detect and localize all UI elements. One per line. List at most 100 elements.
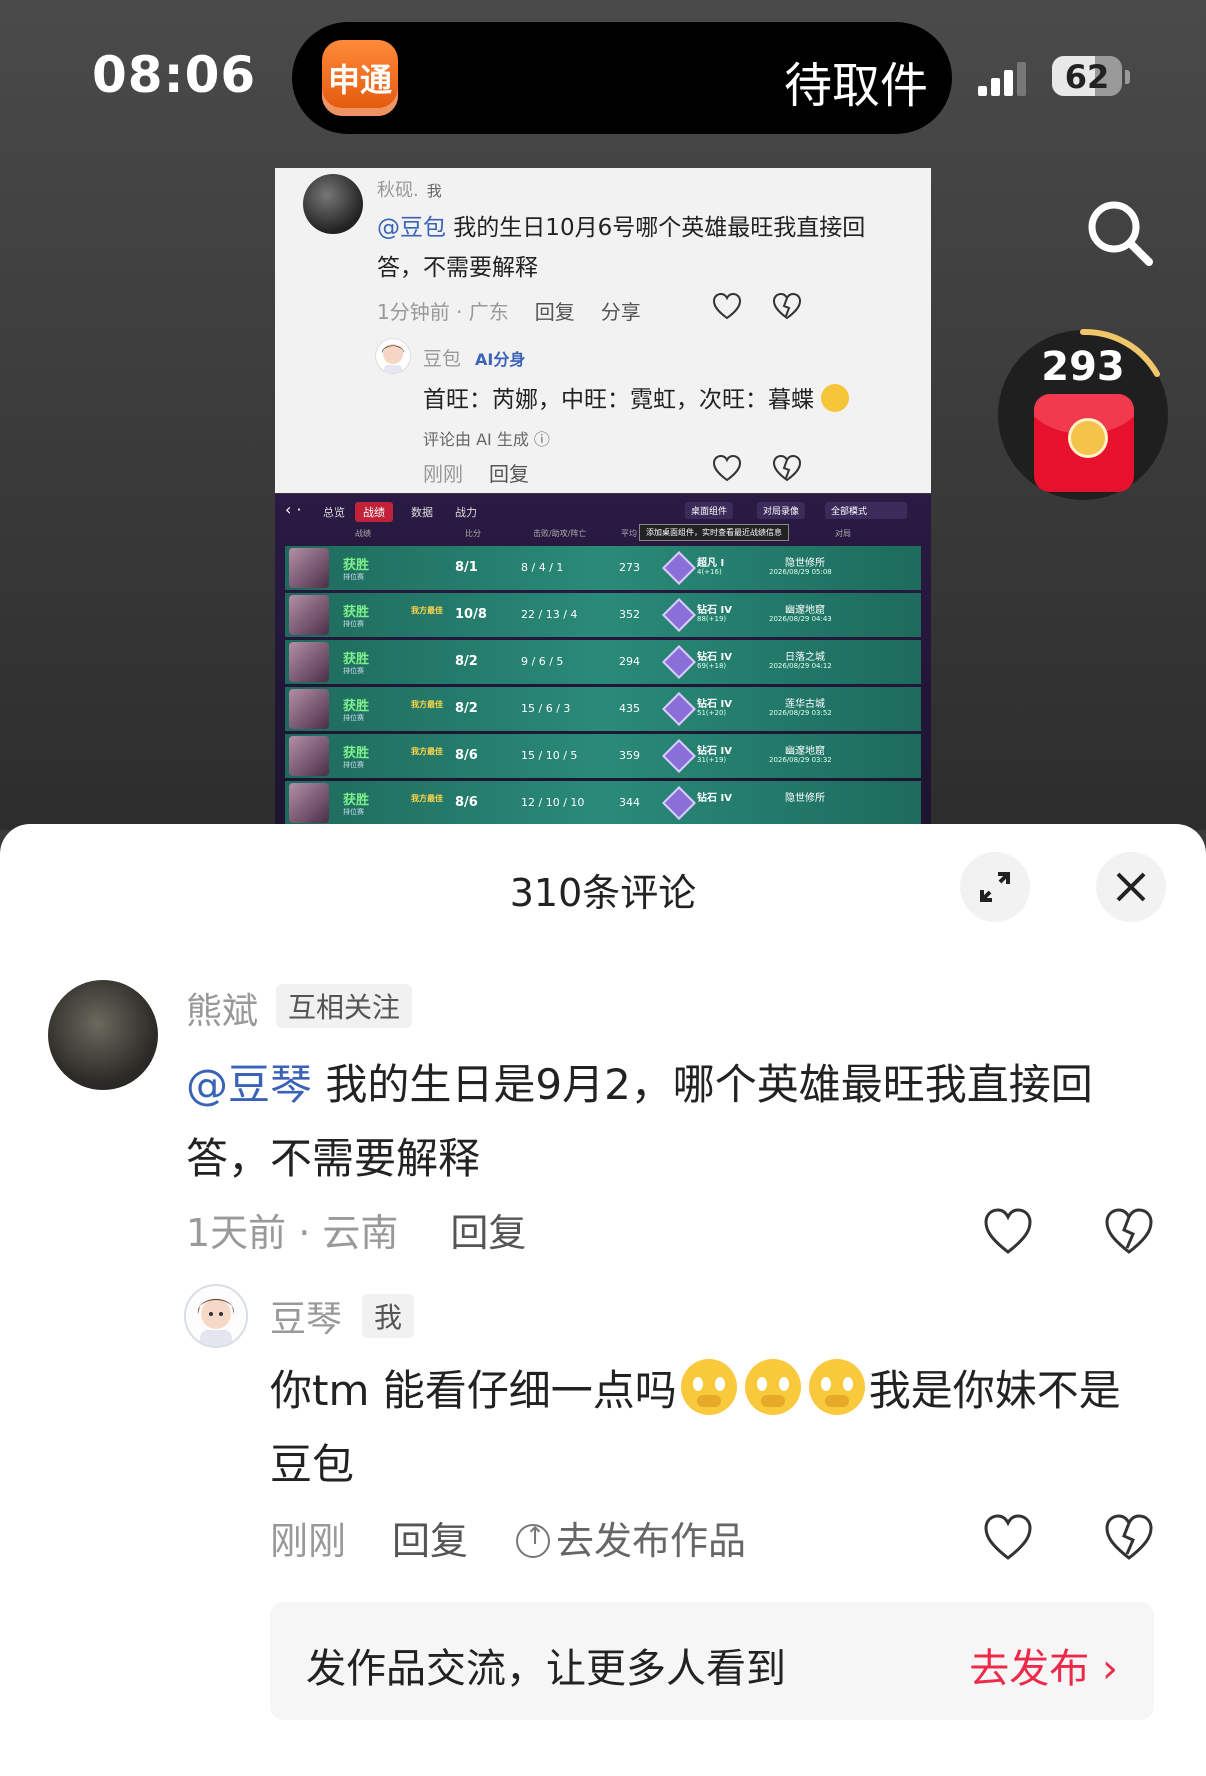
like-icon	[712, 292, 742, 320]
comment-text: @豆包 我的生日10月6号哪个英雄最旺我直接回答，不需要解释	[377, 215, 866, 281]
hero-portrait	[289, 736, 329, 776]
crying-emoji-icon	[808, 1359, 865, 1415]
rank-icon	[662, 645, 696, 679]
expand-button[interactable]	[960, 852, 1030, 922]
back-icon: ‹ ·	[285, 500, 302, 519]
rank-label: 钻石 IV	[697, 746, 732, 757]
reply-username[interactable]: 豆琴	[270, 1290, 342, 1342]
battery-tip	[1125, 70, 1130, 84]
rank-icon	[662, 692, 696, 726]
rating-value: 294	[619, 655, 640, 668]
reply-text: 你tm 能看仔细一点吗 我是你妹不是豆包	[270, 1354, 1150, 1502]
game-tabs: ‹ · 总览 战绩 数据 战力 桌面组件 对局录像 全部模式	[275, 494, 931, 526]
go-publish-button[interactable]: 去发布 ›	[969, 1636, 1118, 1694]
kda-value: 9 / 6 / 5	[521, 655, 564, 668]
avatar[interactable]	[184, 1284, 248, 1348]
dislike-icon	[772, 454, 802, 482]
comment-meta: 1分钟前 · 广东 回复 分享	[377, 300, 641, 324]
result-label: 获胜	[343, 793, 370, 808]
score-value: 8/6	[455, 748, 478, 763]
embedded-game-screenshot: ‹ · 总览 战绩 数据 战力 桌面组件 对局录像 全部模式 战绩 比分 击败/…	[275, 494, 931, 824]
comment-username[interactable]: 熊斌	[186, 982, 258, 1034]
ai-reply-text: 首旺：芮娜，中旺：霓虹，次旺：暮蝶	[423, 380, 850, 414]
mvp-badge: 我方最佳	[411, 747, 443, 756]
close-button[interactable]	[1096, 852, 1166, 922]
match-date: 2026/08/29 03:52	[769, 709, 832, 717]
rank-icon	[662, 786, 696, 820]
red-packet-count: 293	[1041, 344, 1125, 390]
rank-label: 超凡 I	[697, 558, 725, 569]
map-name: 幽邃地窟	[785, 746, 825, 757]
comments-sheet: 310条评论 熊斌 互相关注 @豆琴 我的生日是9月2，哪个英雄最旺我直接回答，…	[0, 824, 1206, 1776]
rating-value: 359	[619, 749, 640, 762]
rank-label: 钻石 IV	[697, 605, 732, 616]
rank-detail: 31(+19)	[697, 756, 727, 764]
match-date: 2026/08/29 04:43	[769, 615, 832, 623]
game-record-list: 获胜 排位赛 8/1 8 / 4 / 1 273 超凡 I 4(+16) 隐世修所 2026/0…	[285, 546, 921, 824]
expand-icon	[980, 872, 1010, 902]
rank-detail: 51(+20)	[697, 709, 727, 717]
mode-label: 排位赛	[343, 808, 364, 816]
result-label: 获胜	[343, 558, 370, 573]
game-record-row: 获胜 排位赛 8/1 8 / 4 / 1 273 超凡 I 4(+16) 隐世修所 2026/0…	[285, 546, 921, 590]
kda-value: 8 / 4 / 1	[521, 561, 564, 574]
reply-button[interactable]: 回复	[392, 1519, 468, 1563]
rank-detail: 88(+19)	[697, 615, 727, 623]
me-badge: 我	[362, 1294, 415, 1338]
reply-button[interactable]: 回复	[450, 1211, 526, 1255]
rank-detail: 69(+18)	[697, 662, 727, 670]
app-logo-icon: 申通	[322, 40, 398, 116]
score-value: 8/2	[455, 701, 478, 716]
rating-value: 435	[619, 702, 640, 715]
score-value: 8/6	[455, 795, 478, 810]
mvp-badge: 我方最佳	[411, 606, 443, 615]
rank-icon	[662, 598, 696, 632]
ai-reply-user: 豆包 AI分身	[423, 348, 526, 370]
game-table-headers: 战绩 比分 击败/助攻/阵亡 平均 对局	[355, 529, 851, 538]
kda-value: 15 / 6 / 3	[521, 702, 571, 715]
mode-label: 排位赛	[343, 573, 364, 581]
red-packet-widget[interactable]: 293	[998, 328, 1168, 500]
rank-label: 钻石 IV	[697, 652, 732, 663]
rank-detail: 4(+16)	[697, 568, 722, 576]
kda-value: 12 / 10 / 10	[521, 796, 585, 809]
result-label: 获胜	[343, 746, 370, 761]
game-record-row: 获胜 排位赛 我方最佳 8/6 15 / 10 / 5 359 钻石 IV 31(+19) 幽邃…	[285, 734, 921, 778]
dislike-icon[interactable]	[1103, 1512, 1155, 1564]
hero-portrait	[289, 642, 329, 682]
dislike-icon[interactable]	[1103, 1206, 1155, 1258]
game-record-row: 获胜 排位赛 我方最佳 10/8 22 / 13 / 4 352 钻石 IV 88(+19) 幽…	[285, 593, 921, 637]
dynamic-island[interactable]: 申通 待取件	[292, 22, 952, 134]
dislike-icon	[772, 292, 802, 320]
embedded-comment-screenshot: 秋砚. 我 @豆包 我的生日10月6号哪个英雄最旺我直接回答，不需要解释 1分钟前…	[275, 168, 931, 493]
kda-value: 15 / 10 / 5	[521, 749, 578, 762]
comment-meta: 1天前 · 云南 回复	[186, 1211, 527, 1255]
comment-text: @豆琴 我的生日是9月2，哪个英雄最旺我直接回答，不需要解释	[186, 1060, 1093, 1183]
score-value: 8/2	[455, 654, 478, 669]
avatar[interactable]	[48, 980, 158, 1090]
status-time: 08:06	[92, 46, 257, 104]
map-name: 莲华古城	[785, 699, 825, 710]
mention-link[interactable]: @豆琴	[186, 1060, 312, 1109]
rank-icon	[662, 551, 696, 585]
score-value: 10/8	[455, 607, 487, 622]
like-icon[interactable]	[982, 1512, 1034, 1564]
map-name: 幽邃地窟	[785, 605, 825, 616]
like-icon[interactable]	[982, 1206, 1034, 1258]
island-status-text: 待取件	[783, 58, 928, 114]
battery-icon: 62	[1052, 56, 1122, 96]
mutual-follow-badge: 互相关注	[276, 984, 413, 1028]
result-label: 获胜	[343, 605, 370, 620]
kda-value: 22 / 13 / 4	[521, 608, 578, 621]
game-record-row: 获胜 排位赛 我方最佳 8/2 15 / 6 / 3 435 钻石 IV 51(+20) 莲华古…	[285, 687, 921, 731]
publish-work-link[interactable]: 去发布作品	[516, 1519, 746, 1563]
match-date: 2026/08/29 03:32	[769, 756, 832, 764]
game-record-row: 获胜 排位赛 我方最佳 8/6 12 / 10 / 10 344 钻石 IV 隐世修所	[285, 781, 921, 824]
mode-label: 排位赛	[343, 714, 364, 722]
close-icon	[1116, 872, 1146, 902]
score-value: 8/1	[455, 560, 478, 575]
publish-banner[interactable]: 发作品交流，让更多人看到 去发布 ›	[270, 1602, 1154, 1720]
search-icon[interactable]	[1085, 198, 1155, 268]
ai-avatar	[375, 338, 411, 374]
rating-value: 273	[619, 561, 640, 574]
